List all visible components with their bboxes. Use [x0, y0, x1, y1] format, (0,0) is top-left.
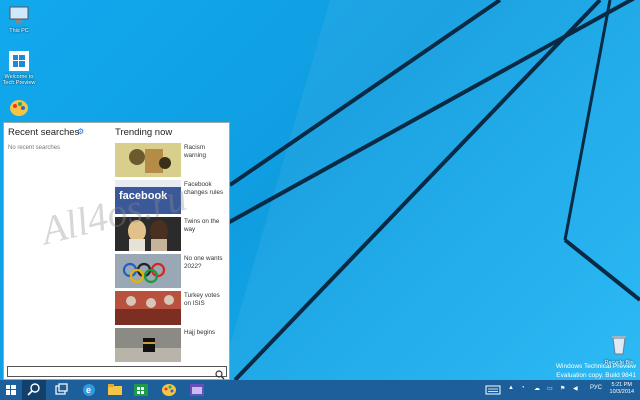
gear-icon[interactable]: ⚙	[77, 128, 85, 136]
clock-date: 10/3/2014	[609, 389, 634, 395]
trending-item-text: Hajj begins	[184, 329, 216, 336]
internet-explorer-icon: e	[83, 384, 95, 396]
task-view-button[interactable]	[50, 380, 72, 400]
tray-chevron-up-icon[interactable]: ▲	[508, 385, 514, 391]
trending-item-facebook[interactable]: facebook Facebook changes rules	[115, 180, 227, 214]
svg-text:e: e	[86, 385, 91, 395]
store-icon	[134, 384, 148, 396]
search-icon	[27, 383, 40, 396]
build-line-2: Evaluation copy. Build 9841	[556, 372, 636, 379]
taskbar-explorer-button[interactable]	[104, 380, 126, 400]
keyboard-button[interactable]	[484, 380, 502, 400]
trending-thumbnail	[115, 291, 181, 325]
windows-logo-icon	[6, 385, 16, 395]
desktop-icon-label: Welcome to Tech Preview	[2, 74, 36, 86]
recent-searches-empty: No recent searches	[8, 145, 61, 151]
trending-item-text: Racism warning	[184, 144, 207, 159]
taskbar-store-button[interactable]	[130, 380, 152, 400]
keyboard-icon	[485, 385, 501, 395]
trending-item-text: No one wants 2022?	[184, 255, 223, 270]
clock-time: 5:21 PM	[611, 382, 632, 388]
trending-item-racism[interactable]: Racism warning	[115, 143, 227, 177]
desktop-icon-welcome[interactable]: Welcome to Tech Preview	[1, 50, 37, 86]
tray-volume-icon[interactable]: ◀	[573, 385, 578, 392]
paint-icon	[8, 96, 30, 118]
trending-item-text: Twins on the way	[184, 218, 220, 233]
taskbar-search-button[interactable]	[22, 380, 46, 400]
trending-thumbnail: facebook	[115, 180, 181, 214]
computer-icon	[8, 4, 30, 26]
build-watermark: Windows Technical Preview Evaluation cop…	[556, 362, 636, 380]
taskbar: e ▲ ◔ ☁ ▭ ⚑ ◀ РУС 5:21 PM 10/3/2014	[0, 380, 640, 400]
trending-now-title: Trending now	[115, 127, 173, 138]
search-panel: Recent searches ⚙ No recent searches Tre…	[3, 122, 230, 380]
paint-icon	[162, 384, 176, 396]
trending-thumbnail	[115, 143, 181, 177]
clock[interactable]: 5:21 PM 10/3/2014	[610, 382, 634, 396]
trending-thumbnail	[115, 328, 181, 362]
tray-network-icon[interactable]: ◔	[521, 385, 525, 391]
tray-flag-icon[interactable]: ⚑	[560, 385, 565, 392]
tray-cloud-icon[interactable]: ☁	[534, 385, 540, 392]
search-icon[interactable]	[215, 367, 225, 380]
app-window-icon	[190, 384, 204, 396]
trending-item-2022[interactable]: No one wants 2022?	[115, 254, 227, 288]
build-line-1: Windows Technical Preview	[555, 363, 636, 370]
task-view-icon	[55, 383, 68, 395]
desktop-icon-paint[interactable]	[1, 96, 37, 120]
start-button[interactable]	[0, 380, 22, 400]
recent-searches-title: Recent searches	[8, 127, 80, 138]
desktop-icon-this-pc[interactable]: This PC	[1, 4, 37, 34]
tray-monitor-icon[interactable]: ▭	[547, 385, 553, 392]
search-input[interactable]	[7, 366, 227, 380]
trending-item-twins[interactable]: Twins on the way	[115, 217, 227, 251]
language-indicator[interactable]: РУС	[590, 385, 602, 391]
taskbar-ie-button[interactable]: e	[78, 380, 100, 400]
taskbar-paint-button[interactable]	[158, 380, 180, 400]
folder-icon	[108, 384, 122, 395]
facebook-thumb-text: facebook	[119, 190, 168, 202]
taskbar-app-button[interactable]	[186, 380, 208, 400]
trending-item-text: Facebook changes rules	[184, 181, 224, 196]
trending-item-turkey[interactable]: Turkey votes on ISIS	[115, 291, 227, 325]
trending-item-text: Turkey votes on ISIS	[184, 292, 220, 307]
trending-item-hajj[interactable]: Hajj begins	[115, 328, 227, 362]
windows-logo-icon	[8, 50, 30, 72]
recycle-bin-icon	[604, 333, 634, 360]
trending-thumbnail	[115, 217, 181, 251]
trending-thumbnail	[115, 254, 181, 288]
desktop-icon-label: This PC	[9, 28, 29, 34]
